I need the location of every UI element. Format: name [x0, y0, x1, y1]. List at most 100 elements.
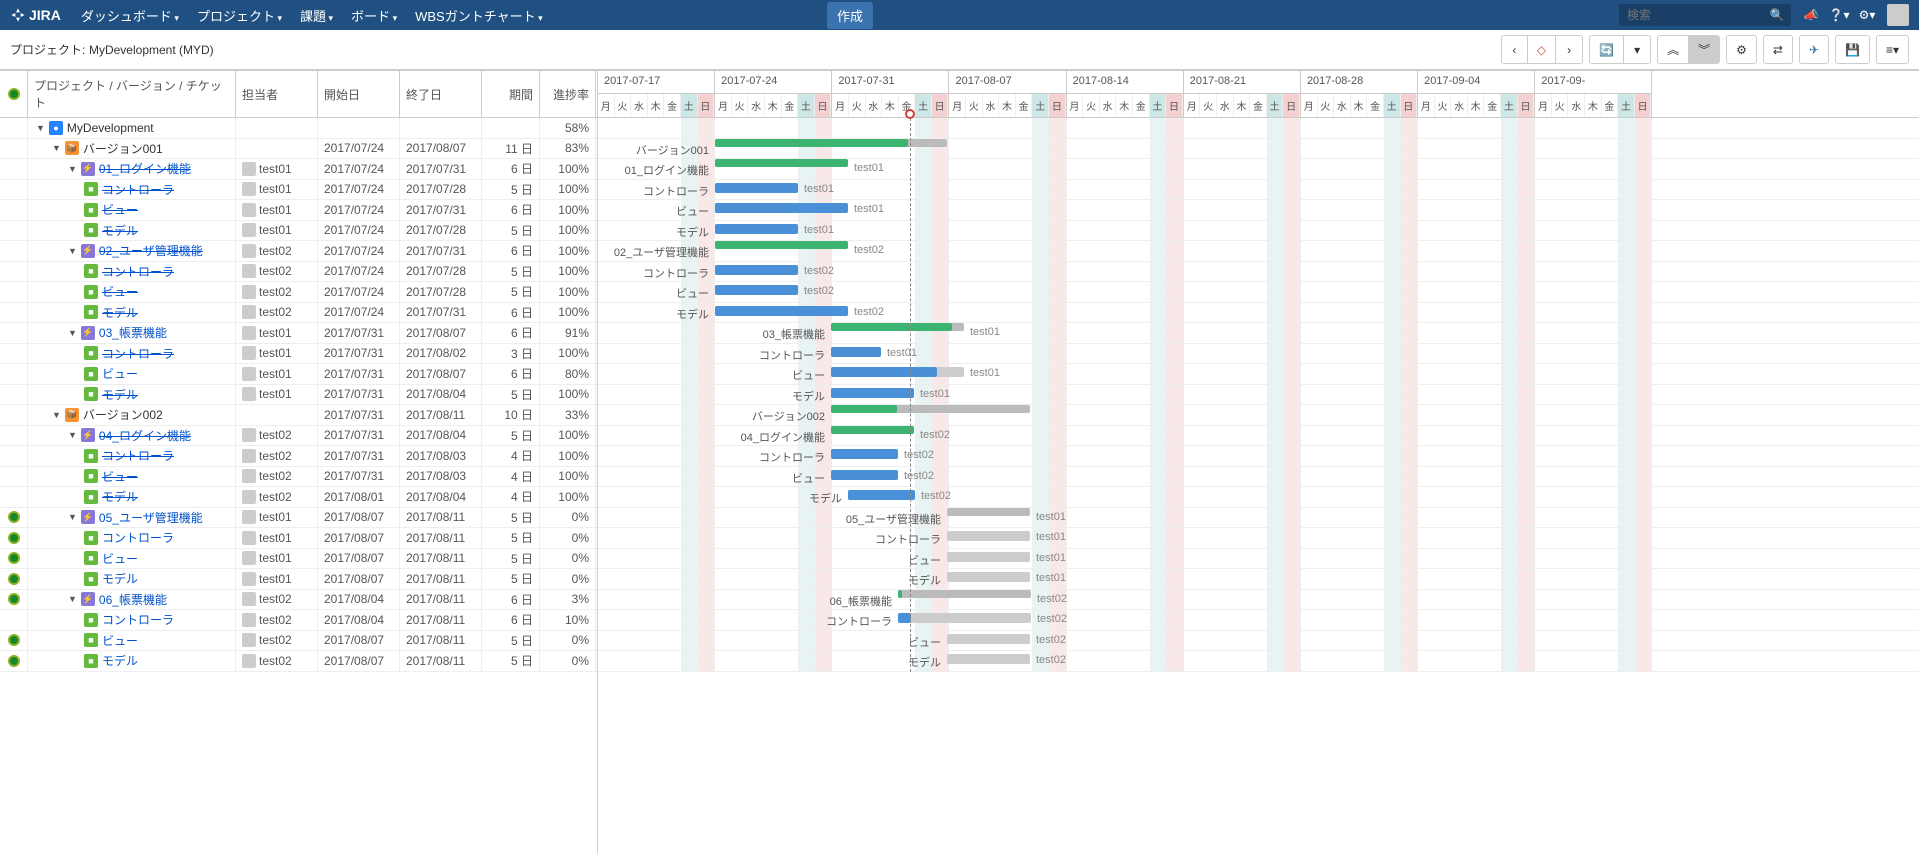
row-name[interactable]: ビュー: [102, 201, 138, 218]
row-name[interactable]: ビュー: [102, 283, 138, 300]
help-icon[interactable]: ❔▾: [1831, 7, 1847, 23]
megaphone-icon[interactable]: 📣: [1803, 7, 1819, 23]
row-name[interactable]: バージョン001: [83, 140, 163, 157]
expand-button[interactable]: ︾: [1689, 36, 1719, 63]
row-name[interactable]: モデル: [102, 488, 138, 505]
task-bar[interactable]: [848, 490, 915, 500]
nav-item[interactable]: 課題: [300, 6, 333, 25]
save-button[interactable]: 💾: [1836, 36, 1869, 63]
row-name[interactable]: ビュー: [102, 550, 138, 567]
tree-row[interactable]: ■ビュー test02 2017/07/24 2017/07/28 5 日 10…: [0, 282, 597, 303]
row-name[interactable]: ビュー: [102, 632, 138, 649]
prev-button[interactable]: ‹: [1502, 36, 1528, 63]
col-progress[interactable]: 進捗率: [540, 71, 596, 117]
grid-body[interactable]: ▼●MyDevelopment 58% ▼📦バージョン001 2017/07/2…: [0, 118, 597, 853]
plane-icon[interactable]: ✈: [1800, 36, 1828, 63]
nav-item[interactable]: ダッシュボード: [81, 6, 179, 25]
tree-toggle[interactable]: ▼: [68, 328, 77, 338]
task-bar[interactable]: [831, 347, 881, 357]
tree-row[interactable]: ■ビュー test02 2017/08/07 2017/08/11 5 日 0%: [0, 631, 597, 652]
gantt-chart[interactable]: 2017-07-17月火水木金土日2017-07-24月火水木金土日2017-0…: [598, 71, 1919, 853]
row-name[interactable]: モデル: [102, 222, 138, 239]
row-name[interactable]: バージョン002: [83, 406, 163, 423]
gear-icon[interactable]: ⚙▾: [1859, 7, 1875, 23]
tree-row[interactable]: ▼📦バージョン002 2017/07/31 2017/08/11 10 日 33…: [0, 405, 597, 426]
tree-row[interactable]: ■モデル test02 2017/08/01 2017/08/04 4 日 10…: [0, 487, 597, 508]
task-bar-bg[interactable]: [947, 531, 1030, 541]
refresh-button[interactable]: 🔄: [1590, 36, 1624, 63]
summary-bar-bg[interactable]: [898, 590, 1031, 598]
tree-row[interactable]: ▼⚡03_帳票機能 test01 2017/07/31 2017/08/07 6…: [0, 323, 597, 344]
task-bar[interactable]: [831, 388, 914, 398]
task-bar[interactable]: [831, 449, 898, 459]
tree-row[interactable]: ■コントローラ test01 2017/07/31 2017/08/02 3 日…: [0, 344, 597, 365]
filter-button[interactable]: ⇄: [1764, 36, 1792, 63]
summary-bar[interactable]: [715, 241, 848, 249]
tree-row[interactable]: ▼⚡02_ユーザ管理機能 test02 2017/07/24 2017/07/3…: [0, 241, 597, 262]
tree-toggle[interactable]: ▼: [36, 123, 45, 133]
jira-logo[interactable]: JIRA: [10, 7, 61, 23]
tree-row[interactable]: ■ビュー test01 2017/07/24 2017/07/31 6 日 10…: [0, 200, 597, 221]
summary-bar[interactable]: [831, 323, 952, 331]
task-bar-bg[interactable]: [947, 634, 1030, 644]
next-button[interactable]: ›: [1556, 36, 1582, 63]
row-name[interactable]: コントローラ: [102, 447, 174, 464]
nav-item[interactable]: WBSガントチャート: [415, 6, 543, 25]
avatar[interactable]: [1887, 4, 1909, 26]
task-bar[interactable]: [715, 285, 798, 295]
tree-row[interactable]: ■ビュー test01 2017/08/07 2017/08/11 5 日 0%: [0, 549, 597, 570]
tree-row[interactable]: ■モデル test01 2017/08/07 2017/08/11 5 日 0%: [0, 569, 597, 590]
summary-bar[interactable]: [831, 405, 897, 413]
row-name[interactable]: モデル: [102, 652, 138, 669]
summary-bar[interactable]: [831, 426, 914, 434]
col-end[interactable]: 終了日: [400, 71, 482, 117]
tree-toggle[interactable]: ▼: [52, 143, 61, 153]
summary-bar[interactable]: [898, 590, 902, 598]
col-status[interactable]: [0, 71, 28, 117]
search-icon[interactable]: 🔍: [1769, 7, 1785, 23]
tree-row[interactable]: ■コントローラ test02 2017/08/04 2017/08/11 6 日…: [0, 610, 597, 631]
tree-toggle[interactable]: ▼: [68, 594, 77, 604]
today-button[interactable]: ◇: [1528, 36, 1556, 63]
task-bar[interactable]: [715, 183, 798, 193]
col-duration[interactable]: 期間: [482, 71, 540, 117]
tree-row[interactable]: ▼⚡06_帳票機能 test02 2017/08/04 2017/08/11 6…: [0, 590, 597, 611]
refresh-dropdown[interactable]: ▾: [1624, 36, 1650, 63]
nav-item[interactable]: ボード: [351, 6, 397, 25]
tree-row[interactable]: ■ビュー test02 2017/07/31 2017/08/03 4 日 10…: [0, 467, 597, 488]
row-name[interactable]: コントローラ: [102, 345, 174, 362]
tree-row[interactable]: ■コントローラ test01 2017/07/24 2017/07/28 5 日…: [0, 180, 597, 201]
summary-bar[interactable]: [715, 159, 848, 167]
tree-row[interactable]: ■モデル test02 2017/07/24 2017/07/31 6 日 10…: [0, 303, 597, 324]
row-name[interactable]: コントローラ: [102, 529, 174, 546]
tree-row[interactable]: ■モデル test01 2017/07/24 2017/07/28 5 日 10…: [0, 221, 597, 242]
tree-row[interactable]: ■モデル test01 2017/07/31 2017/08/04 5 日 10…: [0, 385, 597, 406]
task-bar-bg[interactable]: [947, 572, 1030, 582]
tree-row[interactable]: ■コントローラ test02 2017/07/31 2017/08/03 4 日…: [0, 446, 597, 467]
task-bar[interactable]: [715, 203, 848, 213]
tree-toggle[interactable]: ▼: [52, 410, 61, 420]
tree-row[interactable]: ▼⚡04_ログイン機能 test02 2017/07/31 2017/08/04…: [0, 426, 597, 447]
task-bar[interactable]: [831, 470, 898, 480]
tree-toggle[interactable]: ▼: [68, 246, 77, 256]
row-name[interactable]: モデル: [102, 304, 138, 321]
nav-item[interactable]: プロジェクト: [197, 6, 282, 25]
collapse-button[interactable]: ︽: [1658, 36, 1689, 63]
row-name[interactable]: 01_ログイン機能: [99, 160, 191, 177]
col-name[interactable]: プロジェクト / バージョン / チケット: [28, 71, 236, 117]
row-name[interactable]: コントローラ: [102, 181, 174, 198]
tree-toggle[interactable]: ▼: [68, 164, 77, 174]
row-name[interactable]: 05_ユーザ管理機能: [99, 509, 203, 526]
tree-row[interactable]: ▼●MyDevelopment 58%: [0, 118, 597, 139]
task-bar-bg[interactable]: [947, 552, 1030, 562]
row-name[interactable]: モデル: [102, 570, 138, 587]
row-name[interactable]: ビュー: [102, 468, 138, 485]
row-name[interactable]: 03_帳票機能: [99, 324, 167, 341]
row-name[interactable]: 06_帳票機能: [99, 591, 167, 608]
settings-button[interactable]: ⚙: [1727, 36, 1756, 63]
tree-row[interactable]: ■モデル test02 2017/08/07 2017/08/11 5 日 0%: [0, 651, 597, 672]
menu-button[interactable]: ≡▾: [1877, 36, 1908, 63]
task-bar-bg[interactable]: [947, 654, 1030, 664]
tree-toggle[interactable]: ▼: [68, 512, 77, 522]
row-name[interactable]: コントローラ: [102, 263, 174, 280]
